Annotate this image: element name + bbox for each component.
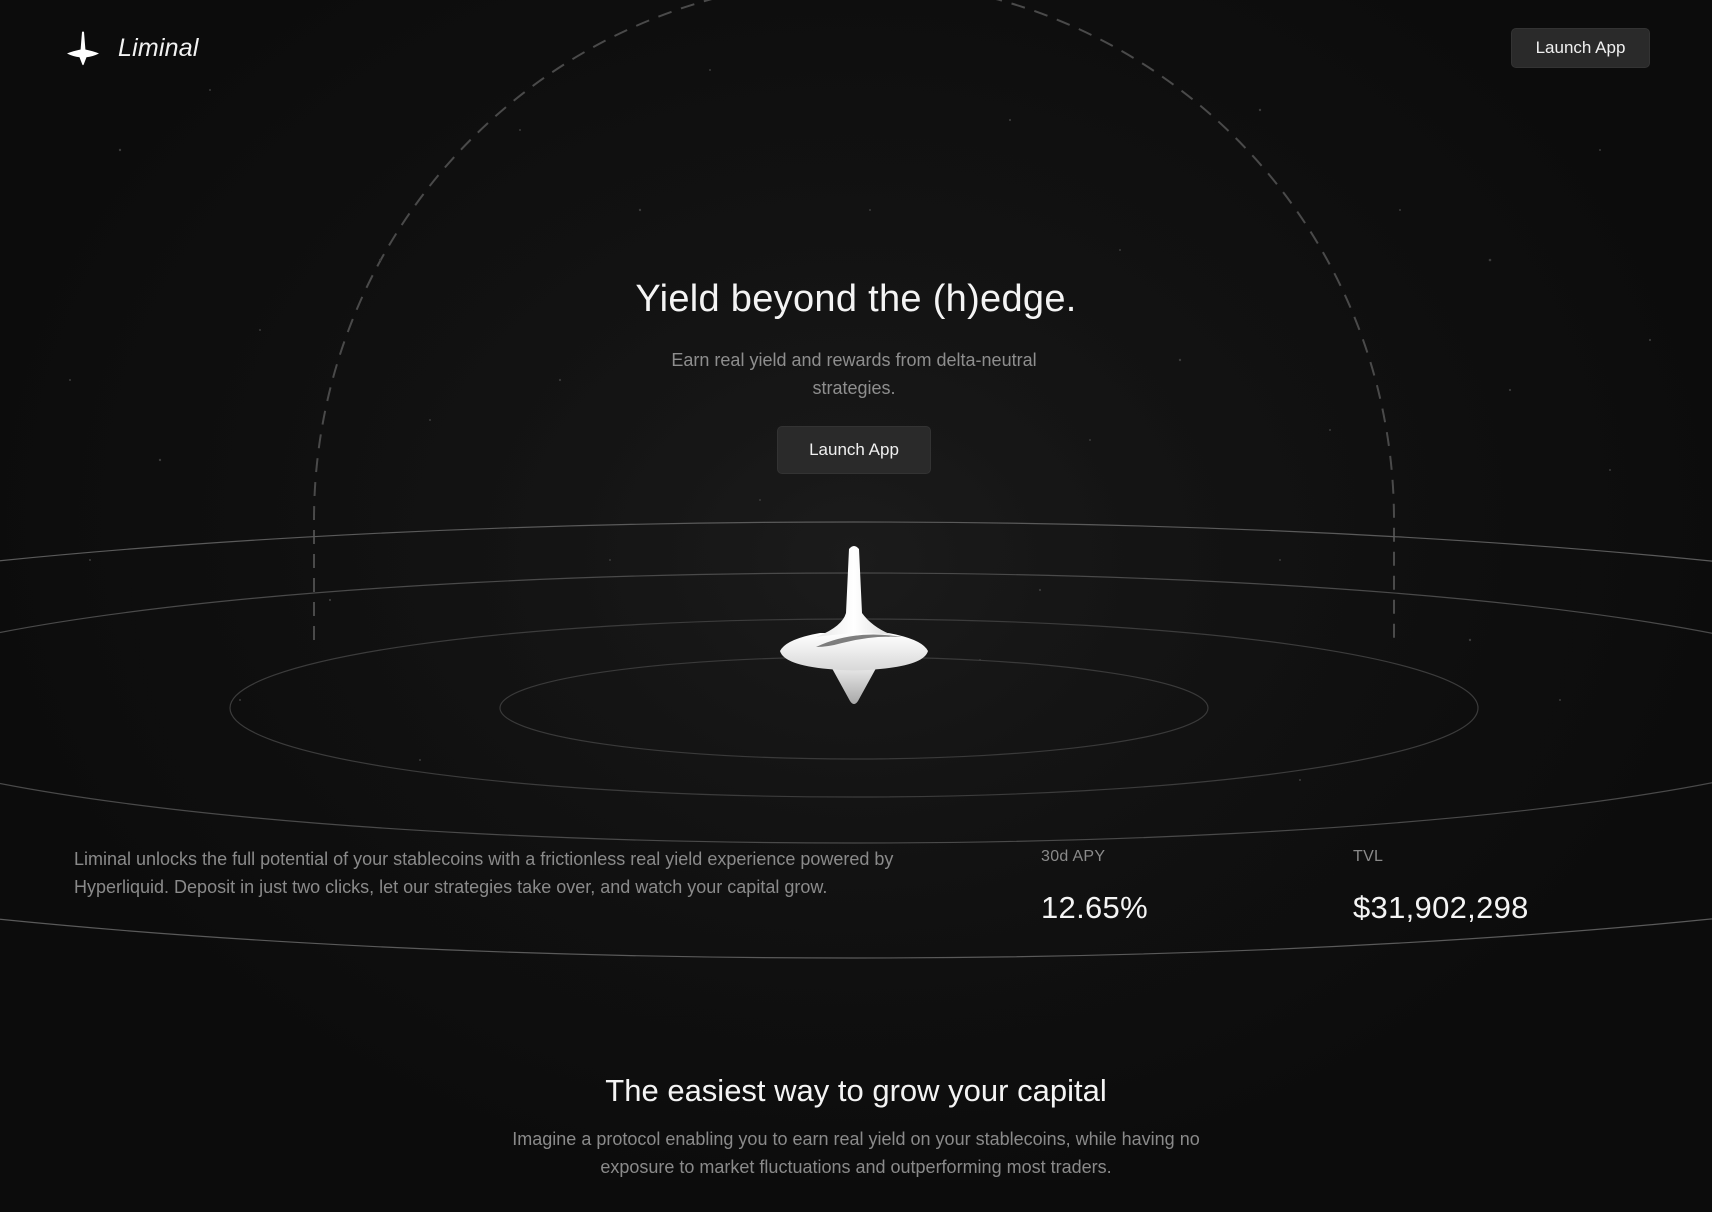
brand-name: Liminal — [118, 33, 199, 62]
stat-apy: 30d APY 12.65% — [1041, 848, 1148, 926]
header-launch-app-button[interactable]: Launch App — [1511, 28, 1650, 68]
section-subtitle: Imagine a protocol enabling you to earn … — [512, 1129, 1200, 1177]
spinning-top-icon — [67, 31, 99, 66]
stat-apy-value: 12.65% — [1041, 890, 1148, 925]
spinning-top-icon — [780, 546, 928, 704]
hero-launch-app-button[interactable]: Launch App — [777, 426, 931, 474]
landing-page: Liminal Launch App Yield beyond the (h)e… — [0, 0, 1712, 1212]
brand-logo[interactable]: Liminal — [66, 30, 199, 66]
about-text: Liminal unlocks the full potential of yo… — [74, 849, 894, 897]
stat-tvl-value: $31,902,298 — [1353, 890, 1529, 925]
stat-tvl: TVL $31,902,298 — [1353, 848, 1529, 926]
stat-tvl-label: TVL — [1353, 848, 1384, 865]
site-header: Liminal Launch App — [0, 0, 1712, 96]
stat-apy-label: 30d APY — [1041, 848, 1106, 865]
section-title: The easiest way to grow your capital — [605, 1073, 1107, 1108]
hero-title: Yield beyond the (h)edge. — [635, 278, 1077, 320]
hero-subtitle: Earn real yield and rewards from delta-n… — [671, 350, 1037, 398]
